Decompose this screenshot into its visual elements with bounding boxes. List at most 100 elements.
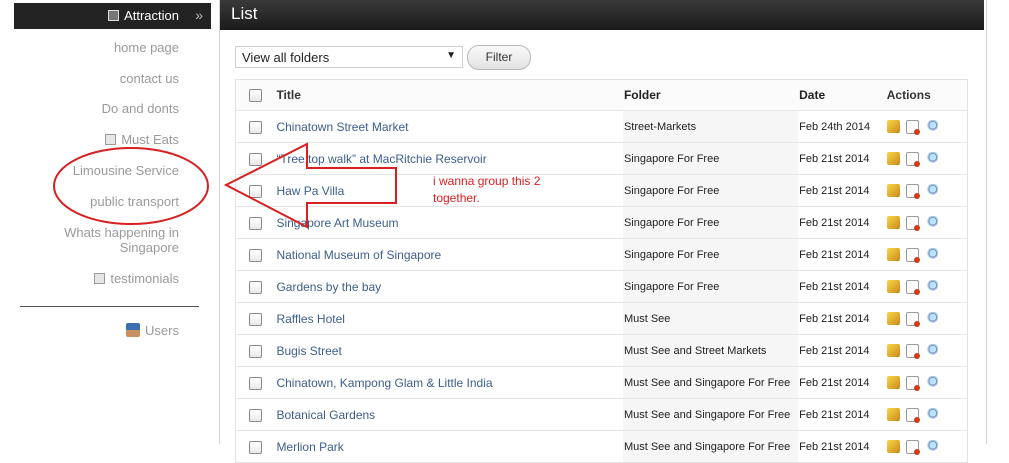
row-title-link[interactable]: “Tree top walk” at MacRitchie Reservoir [276,152,486,166]
row-date: Feb 21st 2014 [798,238,886,271]
view-icon[interactable] [924,248,938,262]
row-title-link[interactable]: Haw Pa Villa [276,184,344,198]
delete-icon[interactable] [905,311,920,327]
table-row: Merlion Park Must See and Singapore For F… [235,430,968,463]
row-checkbox[interactable] [249,120,263,134]
row-date: Feb 24th 2014 [798,110,886,143]
delete-icon[interactable] [905,439,920,455]
row-folder: Must See and Singapore For Free [622,430,799,463]
row-checkbox[interactable] [249,408,263,422]
table-row: Chinatown, Kampong Glam & Little India Mu… [235,366,968,399]
view-icon[interactable] [924,216,938,230]
row-title-link[interactable]: Gardens by the bay [276,280,381,294]
row-checkbox[interactable] [249,440,263,454]
view-icon[interactable] [924,184,938,198]
row-date: Feb 21st 2014 [798,174,886,207]
view-icon[interactable] [924,344,938,358]
row-title-link[interactable]: Singapore Art Museum [276,216,398,230]
row-title-link[interactable]: Chinatown Street Market [276,120,408,134]
delete-icon[interactable] [905,119,920,135]
delete-icon[interactable] [905,247,920,263]
sidebar-item-attraction[interactable]: Attraction » [14,3,211,29]
sidebar-item-whats-happening[interactable]: Whats happening in Singapore [39,225,179,255]
row-checkbox[interactable] [249,312,263,326]
edit-icon[interactable] [886,376,900,390]
edit-icon[interactable] [886,120,900,134]
view-icon[interactable] [924,312,938,326]
annotation-text: i wanna group this 2 together. [433,174,541,205]
row-folder: Singapore For Free [622,270,799,303]
delete-icon[interactable] [905,407,920,423]
row-checkbox[interactable] [249,376,263,390]
row-date: Feb 21st 2014 [798,430,886,463]
row-title-link[interactable]: Raffles Hotel [276,312,344,326]
row-actions [885,174,968,207]
table-row: Bugis Street Must See and Street Markets F… [235,334,968,367]
row-checkbox[interactable] [249,248,263,262]
edit-icon[interactable] [886,408,900,422]
row-title-link[interactable]: Botanical Gardens [276,408,375,422]
sidebar-item-home-page[interactable]: home page [114,40,179,55]
row-title-link[interactable]: Chinatown, Kampong Glam & Little India [276,376,492,390]
main-panel: List View all folders ▼ Filter Title Fol… [219,0,987,463]
delete-icon[interactable] [905,215,920,231]
row-actions [885,142,968,175]
page-title: List [231,4,258,23]
table-row: Gardens by the bay Singapore For Free Feb … [235,270,968,303]
edit-icon[interactable] [886,216,900,230]
delete-icon[interactable] [905,151,920,167]
view-icon[interactable] [924,408,938,422]
row-checkbox[interactable] [249,152,263,166]
delete-icon[interactable] [905,343,920,359]
table-header-row: Title Folder Date Actions [235,79,968,111]
sidebar-item-limousine-service[interactable]: Limousine Service [73,163,179,178]
select-all-checkbox[interactable] [249,89,263,103]
row-date: Feb 21st 2014 [798,142,886,175]
column-header-title[interactable]: Title [275,79,623,111]
sidebar-divider [20,306,199,307]
edit-icon[interactable] [886,184,900,198]
filter-button[interactable]: Filter [467,45,531,70]
edit-icon[interactable] [886,280,900,294]
edit-icon[interactable] [886,152,900,166]
table-row: Haw Pa Villa Singapore For Free Feb 21st 2… [235,174,968,207]
sidebar-item-do-and-donts[interactable]: Do and donts [102,101,179,116]
row-title-link[interactable]: Merlion Park [276,440,343,454]
sidebar-item-must-eats[interactable]: Must Eats [105,132,179,147]
row-date: Feb 21st 2014 [798,206,886,239]
column-header-date[interactable]: Date [798,79,886,111]
edit-icon[interactable] [886,344,900,358]
table-row: Singapore Art Museum Singapore For Free Fe… [235,206,968,239]
sidebar-item-users[interactable]: Users [126,323,179,338]
table-row: National Museum of Singapore Singapore Fo… [235,238,968,271]
row-actions [885,302,968,335]
row-checkbox[interactable] [249,184,263,198]
delete-icon[interactable] [905,375,920,391]
edit-icon[interactable] [886,312,900,326]
sidebar-item-contact-us[interactable]: contact us [120,71,179,86]
view-icon[interactable] [924,120,938,134]
sidebar-item-public-transport[interactable]: public transport [90,194,179,209]
view-icon[interactable] [924,152,938,166]
delete-icon[interactable] [905,279,920,295]
table-row: Raffles Hotel Must See Feb 21st 2014 [235,302,968,335]
row-folder: Singapore For Free [622,142,799,175]
row-checkbox[interactable] [249,344,263,358]
folder-icon [105,134,117,145]
folder-select[interactable]: View all folders ▼ [235,46,463,68]
table-row: Chinatown Street Market Street-Markets Feb… [235,110,968,143]
row-date: Feb 21st 2014 [798,398,886,431]
view-icon[interactable] [924,280,938,294]
row-checkbox[interactable] [249,280,263,294]
edit-icon[interactable] [886,248,900,262]
sidebar-item-testimonials[interactable]: testimonials [94,271,179,286]
column-header-folder[interactable]: Folder [622,79,799,111]
view-icon[interactable] [924,376,938,390]
view-icon[interactable] [924,440,938,454]
edit-icon[interactable] [886,440,900,454]
row-title-link[interactable]: Bugis Street [276,344,341,358]
table-row: “Tree top walk” at MacRitchie Reservoir S… [235,142,968,175]
delete-icon[interactable] [905,183,920,199]
row-title-link[interactable]: National Museum of Singapore [276,248,441,262]
row-checkbox[interactable] [249,216,263,230]
